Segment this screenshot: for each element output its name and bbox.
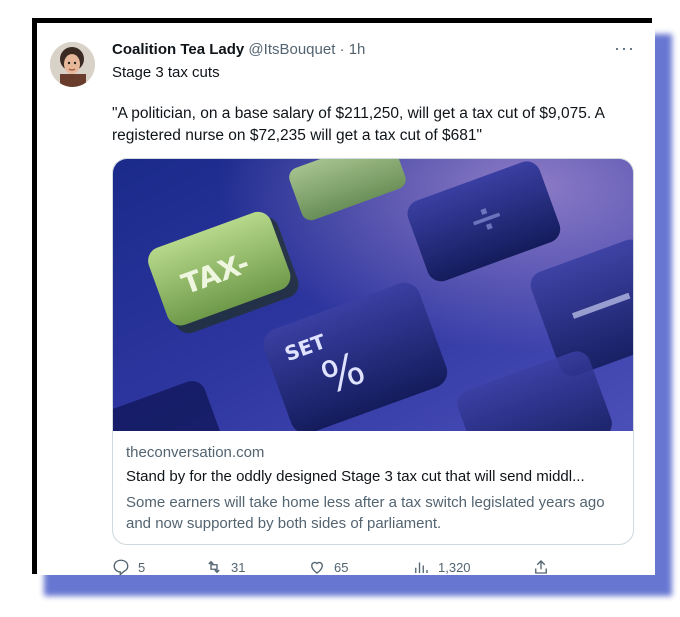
repost-icon [208,560,220,574]
tweet-actions: 5 31 65 1,320 [112,558,552,580]
author-name[interactable]: Coalition Tea Lady [112,41,244,58]
more-options-button[interactable]: ··· [614,38,635,59]
calculator-image: ÷ TAX- SET % [113,159,633,431]
repost-count: 31 [231,559,246,575]
reply-icon [113,559,129,576]
views-bar-chart-icon [415,562,428,573]
heart-icon [311,561,323,574]
link-title: Stand by for the oddly designed Stage 3 … [126,468,585,485]
share-icon [535,560,547,574]
reply-count: 5 [138,559,146,575]
like-button[interactable]: 65 [308,558,348,576]
tweet-time[interactable]: · 1h [340,41,366,58]
avatar[interactable] [50,42,95,87]
tweet-header: Coalition Tea Lady @ItsBouquet · 1h [112,41,365,58]
views-count: 1,320 [438,559,471,575]
link-domain: theconversation.com [126,444,265,461]
reply-button[interactable]: 5 [112,558,145,576]
link-preview-card[interactable]: ÷ TAX- SET % theconversation.com Stand b… [112,158,634,545]
tweet-text: "A politician, on a base salary of $211,… [112,105,605,144]
like-count: 65 [334,559,349,575]
views-button[interactable]: 1,320 [412,558,471,576]
repost-button[interactable]: 31 [205,558,245,576]
tweet-subtitle: Stage 3 tax cuts [112,64,220,81]
share-button[interactable] [532,558,558,576]
avatar-image [50,42,95,87]
author-handle[interactable]: @ItsBouquet [248,41,335,58]
link-description: Some earners will take home less after a… [126,494,605,532]
